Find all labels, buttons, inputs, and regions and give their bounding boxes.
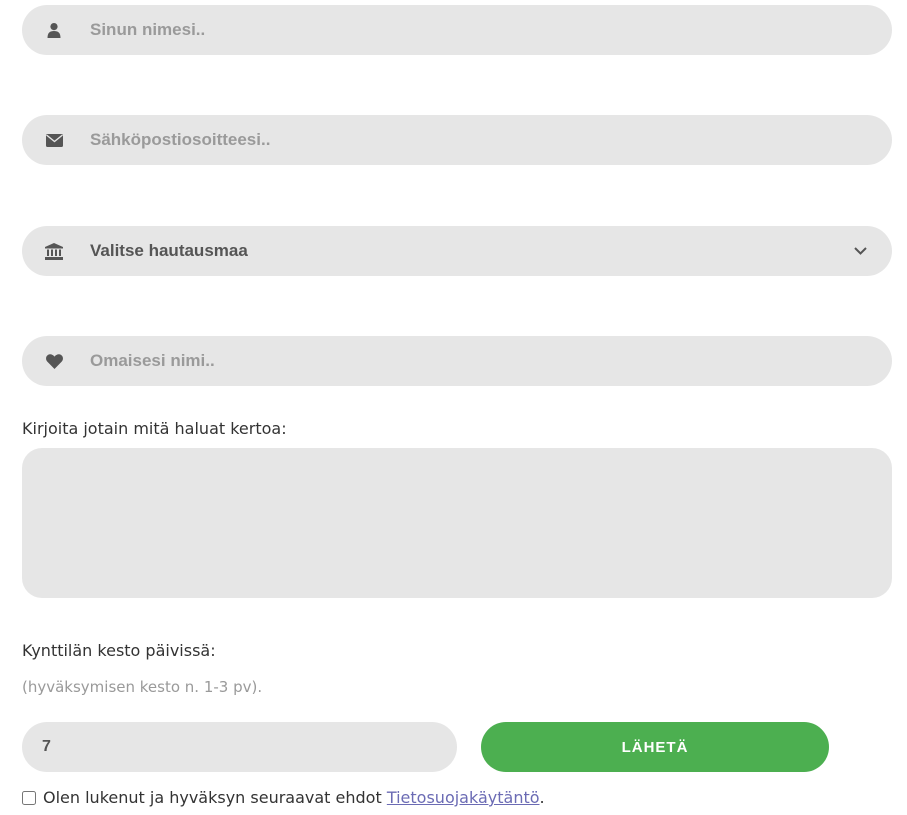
user-icon — [44, 5, 64, 55]
consent-row: Olen lukenut ja hyväksyn seuraavat ehdot… — [22, 788, 545, 807]
submit-button[interactable]: LÄHETÄ — [481, 722, 829, 772]
duration-hint: (hyväksymisen kesto n. 1-3 pv). — [22, 678, 263, 696]
email-input[interactable] — [90, 115, 850, 165]
envelope-icon — [44, 115, 64, 165]
duration-input[interactable] — [22, 722, 457, 772]
privacy-policy-link[interactable]: Tietosuojakäytäntö — [387, 788, 540, 807]
heart-icon — [44, 336, 64, 386]
message-textarea[interactable] — [22, 448, 892, 598]
relative-name-input[interactable] — [90, 336, 850, 386]
consent-text: Olen lukenut ja hyväksyn seuraavat ehdot — [43, 788, 382, 807]
name-field[interactable] — [22, 5, 892, 55]
relative-name-field[interactable] — [22, 336, 892, 386]
duration-label: Kynttilän kesto päivissä: — [22, 641, 216, 660]
email-field[interactable] — [22, 115, 892, 165]
consent-checkbox[interactable] — [22, 790, 36, 805]
message-label: Kirjoita jotain mitä haluat kertoa: — [22, 419, 287, 438]
institution-icon — [44, 226, 64, 276]
cemetery-select-value: Valitse hautausmaa — [90, 241, 248, 260]
cemetery-select[interactable]: Valitse hautausmaa — [22, 226, 892, 276]
name-input[interactable] — [90, 5, 850, 55]
consent-end: . — [539, 788, 545, 807]
chevron-down-icon[interactable] — [852, 226, 868, 276]
